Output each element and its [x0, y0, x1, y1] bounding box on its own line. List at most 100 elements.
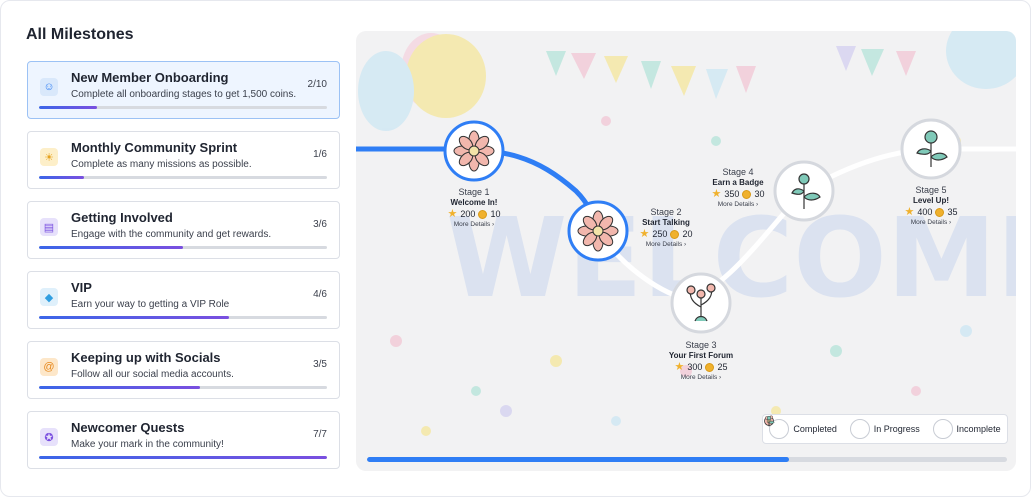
milestone-count: 2/10: [307, 79, 327, 90]
stage-stars: 350: [724, 189, 740, 199]
more-details-link[interactable]: More Details ›: [641, 374, 761, 381]
milestone-desc: Engage with the community and get reward…: [71, 229, 272, 240]
milestone-desc: Follow all our social media accounts.: [71, 369, 234, 380]
star-icon: ★: [904, 206, 915, 218]
milestone-name: Keeping up with Socials: [71, 350, 221, 365]
stage-stars: 300: [687, 362, 703, 372]
coin-icon: [742, 189, 752, 199]
milestones-panel: All Milestones ☺ New Member Onboarding C…: [0, 0, 1031, 497]
milestone-count: 4/6: [313, 289, 327, 300]
milestone-progress-fill: [39, 386, 201, 389]
milestone-progress: [39, 106, 327, 109]
coin-icon: [705, 362, 715, 372]
stage-number: Stage 2: [650, 207, 682, 217]
stage-5-label: Stage 5 Level Up! ★ 400 35 More Details ›: [871, 185, 991, 226]
stage-3-label: Stage 3 Your First Forum ★ 300 25 More Det…: [641, 340, 761, 381]
legend-completed: Completed: [764, 416, 837, 439]
at-icon: @: [40, 358, 58, 376]
map-graphic: WELCOME: [356, 31, 1016, 436]
stage-coins: 10: [490, 209, 501, 219]
milestone-name: Monthly Community Sprint: [71, 140, 238, 155]
stage-title: Start Talking: [642, 218, 690, 227]
more-details-link[interactable]: More Details ›: [678, 201, 798, 208]
stage-title: Welcome In!: [450, 198, 498, 207]
stage-4-label: Stage 4 Earn a Badge ★ 350 30 More Details…: [678, 167, 798, 208]
milestone-card-vip[interactable]: ◆ VIP Earn your way to getting a VIP Rol…: [27, 271, 340, 329]
milestone-desc: Complete as many missions as possible.: [71, 159, 252, 170]
stage-rewards: ★ 400 35: [871, 206, 991, 218]
stage-coins: 35: [947, 207, 958, 217]
milestone-progress-fill: [39, 246, 183, 249]
stage-rewards: ★ 300 25: [641, 361, 761, 373]
milestone-map: WELCOME Stage 1 Welcome In! ★ 200 10 Mor…: [356, 31, 1016, 471]
seedling-icon: [766, 415, 953, 439]
diamond-icon: ◆: [40, 288, 58, 306]
smiley-icon: ☺: [40, 78, 58, 96]
milestone-progress-fill: [39, 316, 230, 319]
stage-5-node[interactable]: [900, 118, 962, 180]
ribbon-icon: ✪: [40, 428, 58, 446]
milestone-progress-fill: [39, 456, 327, 459]
milestone-desc: Make your mark in the community!: [71, 439, 224, 450]
stage-coins: 25: [717, 362, 728, 372]
stage-rewards: ★ 250 20: [606, 228, 726, 240]
milestone-card-socials[interactable]: @ Keeping up with Socials Follow all our…: [27, 341, 340, 399]
milestone-progress: [39, 176, 327, 179]
stage-coins: 20: [682, 229, 693, 239]
stage-3-node[interactable]: [670, 272, 732, 334]
stage-title: Level Up!: [912, 196, 949, 205]
stage-coins: 30: [754, 189, 765, 199]
stage-stars: 250: [652, 229, 668, 239]
coin-icon: [478, 209, 488, 219]
star-icon: ★: [639, 228, 650, 240]
page-title: All Milestones: [26, 26, 134, 43]
milestone-count: 1/6: [313, 149, 327, 160]
map-progress-fill: [367, 457, 790, 462]
sprout-icon: [765, 415, 870, 439]
milestone-progress: [39, 456, 327, 459]
stage-1-label: Stage 1 Welcome In! ★ 200 10 More Details …: [414, 187, 534, 228]
milestone-card-involved[interactable]: ▤ Getting Involved Engage with the commu…: [27, 201, 340, 259]
stage-number: Stage 1: [458, 187, 490, 197]
milestone-name: VIP: [71, 280, 92, 295]
milestone-card-quests[interactable]: ✪ Newcomer Quests Make your mark in the …: [27, 411, 340, 469]
stage-number: Stage 3: [685, 340, 717, 350]
milestone-progress: [39, 246, 327, 249]
milestone-progress: [39, 316, 327, 319]
milestone-progress-fill: [39, 106, 97, 109]
star-icon: ★: [711, 188, 722, 200]
coin-icon: [935, 207, 945, 217]
map-progress-bar: [367, 457, 1007, 462]
flower-icon: [453, 130, 495, 172]
stage-2-label: Stage 2 Start Talking ★ 250 20 More Detail…: [606, 207, 726, 248]
milestone-list: ☺ New Member Onboarding Complete all onb…: [27, 61, 340, 481]
milestone-card-onboarding[interactable]: ☺ New Member Onboarding Complete all onb…: [27, 61, 340, 119]
stage-title: Your First Forum: [668, 351, 734, 360]
status-legend: Completed In Progress Incomplete: [762, 414, 1008, 444]
milestone-desc: Complete all onboarding stages to get 1,…: [71, 89, 297, 100]
milestone-count: 3/6: [313, 219, 327, 230]
milestone-count: 3/5: [313, 359, 327, 370]
milestone-name: Newcomer Quests: [71, 420, 185, 435]
stage-stars: 200: [460, 209, 476, 219]
star-icon: ★: [674, 361, 685, 373]
stage-number: Stage 4: [722, 167, 754, 177]
chat-icon: ▤: [40, 218, 58, 236]
stage-1-node[interactable]: [443, 120, 505, 182]
sun-icon: ☀: [40, 148, 58, 166]
milestone-progress: [39, 386, 327, 389]
star-icon: ★: [447, 208, 458, 220]
legend-incomplete: Incomplete: [766, 415, 1001, 439]
milestone-desc: Earn your way to getting a VIP Role: [71, 299, 230, 310]
stage-rewards: ★ 350 30: [678, 188, 798, 200]
legend-in-progress: In Progress: [765, 415, 920, 439]
more-details-link[interactable]: More Details ›: [871, 219, 991, 226]
stage-rewards: ★ 200 10: [414, 208, 534, 220]
more-details-link[interactable]: More Details ›: [414, 221, 534, 228]
stage-stars: 400: [917, 207, 933, 217]
milestone-card-sprint[interactable]: ☀ Monthly Community Sprint Complete as m…: [27, 131, 340, 189]
more-details-link[interactable]: More Details ›: [606, 241, 726, 248]
milestone-name: Getting Involved: [71, 210, 173, 225]
coin-icon: [670, 229, 680, 239]
stage-number: Stage 5: [915, 185, 947, 195]
